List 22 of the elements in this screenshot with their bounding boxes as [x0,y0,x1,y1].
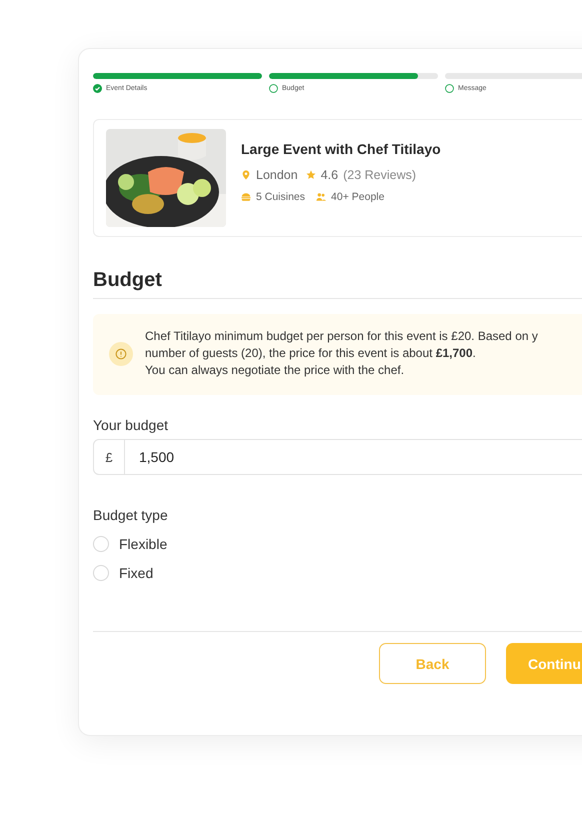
radio-label: Fixed [119,565,154,581]
radio-label: Flexible [119,536,168,552]
budget-input[interactable]: 1,500 [125,440,582,474]
burger-icon [241,192,251,202]
field-label: Your budget [93,417,168,433]
radio-button[interactable] [93,536,109,552]
field-label: Budget type [93,507,168,523]
location-text: London [256,168,298,182]
star-icon [306,170,316,180]
people-count: 40+ People [331,191,384,203]
info-icon [109,342,133,366]
section-heading: Budget [93,269,162,292]
cuisines-count: 5 Cuisines [256,191,306,203]
event-title: Large Event with Chef Titilayo [241,141,441,157]
reviews-count: (23 Reviews) [343,168,416,182]
location-pin-icon [241,170,251,180]
budget-field[interactable]: £ 1,500 [93,439,582,475]
currency-prefix: £ [94,440,125,474]
rating-text: 4.6 [320,168,338,182]
radio-button[interactable] [93,565,109,581]
people-icon [316,192,326,202]
info-message: Chef Titilayo minimum budget per person for this event is £20. Based on y number of guests (20), the price for this event is about £1,700. You can always negotiate the price with the chef. [145,328,538,379]
